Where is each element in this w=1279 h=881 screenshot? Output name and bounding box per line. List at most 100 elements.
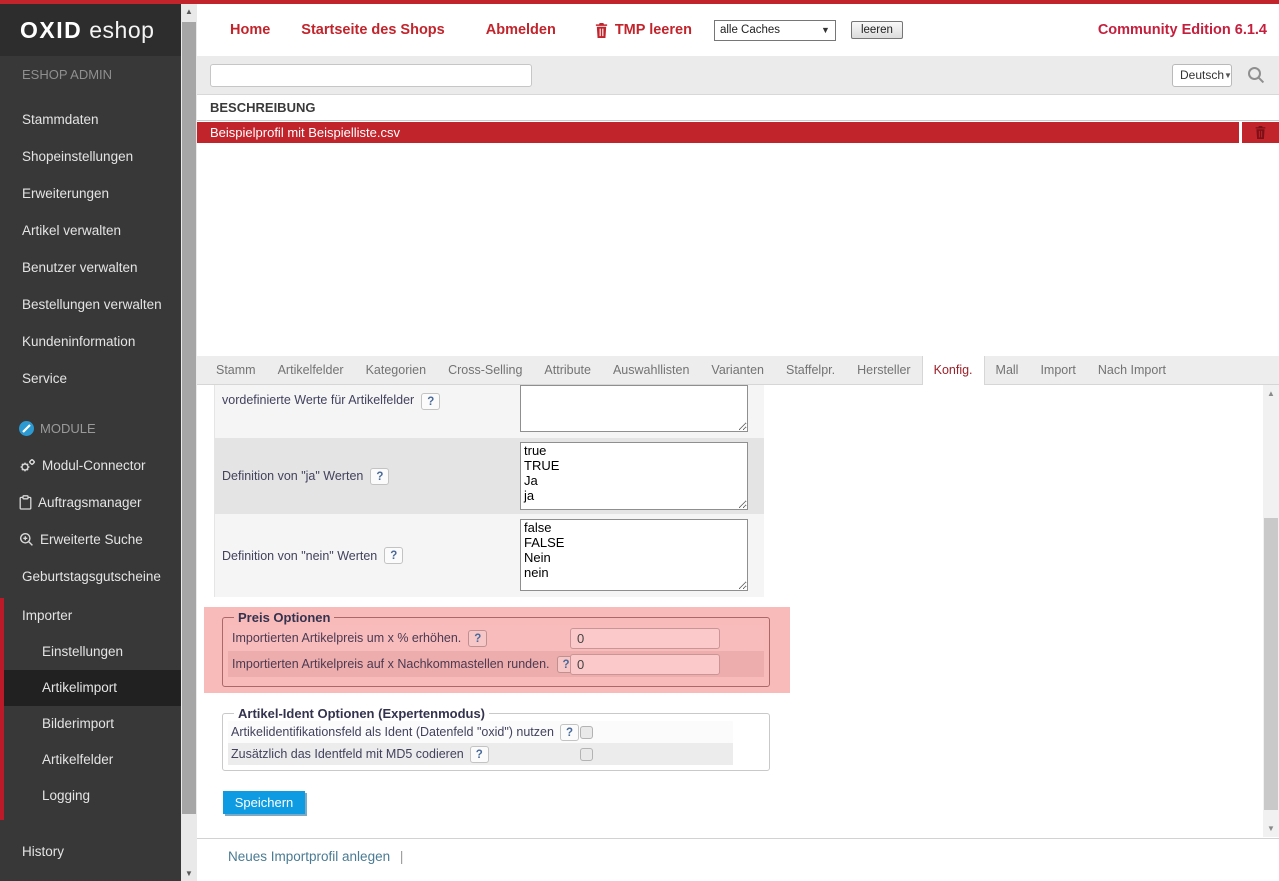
help-icon[interactable]: ? <box>470 746 489 763</box>
price-row-runden: Importierten Artikelpreis auf x Nachkomm… <box>228 651 764 677</box>
help-icon[interactable]: ? <box>384 547 403 564</box>
tmp-clear-label[interactable]: TMP leeren <box>615 22 692 38</box>
sidebar-item-service[interactable]: Service <box>0 360 181 397</box>
trash-icon[interactable] <box>594 22 609 39</box>
tab-hersteller[interactable]: Hersteller <box>846 356 922 384</box>
sidebar-item-logging[interactable]: Logging <box>4 778 181 814</box>
ident-oxid-checkbox[interactable] <box>580 726 593 739</box>
help-icon[interactable]: ? <box>468 630 487 647</box>
tab-cross-selling[interactable]: Cross-Selling <box>437 356 533 384</box>
sidebar-item-label: Auftragsmanager <box>38 484 142 521</box>
oxid-logo[interactable]: OXID eshop <box>0 4 181 56</box>
top-accent-bar <box>0 0 1279 4</box>
sidebar-item-einstellungen[interactable]: Einstellungen <box>4 634 181 670</box>
config-form-table: vordefinierte Werte für Artikelfelder ? … <box>214 385 763 597</box>
sidebar-item-erweiterungen[interactable]: Erweiterungen <box>0 175 181 212</box>
sidebar-item-artikelfelder[interactable]: Artikelfelder <box>4 742 181 778</box>
price-options-legend: Preis Optionen <box>234 610 334 625</box>
scroll-up-icon[interactable]: ▲ <box>181 7 197 16</box>
main-area: Home Startseite des Shops Abmelden TMP l… <box>197 0 1279 881</box>
scroll-up-icon[interactable]: ▲ <box>1263 389 1279 398</box>
sidebar-item-label: Geburtstagsgutscheine <box>22 558 161 595</box>
search-bar: Deutsch ▼ <box>197 56 1279 95</box>
sidebar-scrollbar-thumb[interactable] <box>182 22 196 814</box>
sidebar-item-shopeinstellungen[interactable]: Shopeinstellungen <box>0 138 181 175</box>
search-icon[interactable] <box>1247 66 1265 84</box>
sidebar-item-artikelimport-active[interactable]: Artikelimport <box>4 670 181 706</box>
scroll-down-icon[interactable]: ▼ <box>181 869 197 878</box>
sidebar-item-stammdaten[interactable]: Stammdaten <box>0 101 181 138</box>
home-link[interactable]: Home <box>230 22 270 38</box>
sidebar-module-header: MODULE <box>0 410 181 447</box>
trash-icon <box>1254 125 1267 140</box>
edition-label: Community Edition 6.1.4 <box>1098 22 1267 38</box>
cache-select[interactable]: alle Caches ▼ <box>714 20 836 41</box>
header-bar: Home Startseite des Shops Abmelden TMP l… <box>197 4 1279 56</box>
ident-options-fieldset: Artikel-Ident Optionen (Expertenmodus) A… <box>222 706 770 771</box>
ident-md5-checkbox[interactable] <box>580 748 593 761</box>
vordefinierte-werte-textarea[interactable] <box>520 385 748 432</box>
footer: Neues Importprofil anlegen | <box>228 849 403 864</box>
tab-import[interactable]: Import <box>1029 356 1086 384</box>
nein-werte-textarea[interactable]: false FALSE Nein nein <box>520 519 748 591</box>
tab-artikelfelder[interactable]: Artikelfelder <box>267 356 355 384</box>
language-select[interactable]: Deutsch ▼ <box>1172 64 1232 87</box>
save-button[interactable]: Speichern <box>223 791 305 814</box>
ident-row-md5: Zusätzlich das Identfeld mit MD5 codiere… <box>228 743 733 765</box>
shop-start-link[interactable]: Startseite des Shops <box>301 22 444 38</box>
tab-kategorien[interactable]: Kategorien <box>355 356 437 384</box>
chevron-down-icon: ▼ <box>821 25 830 35</box>
sidebar-item-history[interactable]: History <box>0 834 181 870</box>
logout-link[interactable]: Abmelden <box>486 22 556 38</box>
tab-konfig-active[interactable]: Konfig. <box>922 356 985 386</box>
sidebar-item-bestellungen-verwalten[interactable]: Bestellungen verwalten <box>0 286 181 323</box>
logo-text-bold: OXID <box>20 17 82 44</box>
scroll-down-icon[interactable]: ▼ <box>1263 824 1279 833</box>
new-import-profile-link[interactable]: Neues Importprofil anlegen <box>228 849 390 864</box>
ident-options-legend: Artikel-Ident Optionen (Expertenmodus) <box>234 706 489 721</box>
content-scrollbar[interactable]: ▲ ▼ <box>1263 385 1279 837</box>
sidebar-item-bilderimport[interactable]: Bilderimport <box>4 706 181 742</box>
profile-row-label[interactable]: Beispielprofil mit Beispielliste.csv <box>197 122 1239 143</box>
preis-erhoehen-input[interactable] <box>570 628 720 649</box>
tab-varianten[interactable]: Varianten <box>700 356 775 384</box>
help-icon[interactable]: ? <box>560 724 579 741</box>
sidebar-item-modul-connector[interactable]: Modul-Connector <box>0 447 181 484</box>
sidebar-item-geburtstagsgutscheine[interactable]: Geburtstagsgutscheine <box>0 558 181 595</box>
sidebar-item-kundeninformation[interactable]: Kundeninformation <box>0 323 181 360</box>
sidebar-scrollbar[interactable]: ▲ ▼ <box>181 4 197 881</box>
tab-nach-import[interactable]: Nach Import <box>1087 356 1177 384</box>
clear-cache-button[interactable]: leeren <box>851 21 903 39</box>
sidebar-item-benutzer-verwalten[interactable]: Benutzer verwalten <box>0 249 181 286</box>
sidebar-item-importer[interactable]: Importer <box>4 598 181 634</box>
field-label: Importierten Artikelpreis auf x Nachkomm… <box>232 657 550 671</box>
search-input[interactable] <box>210 64 532 87</box>
sidebar-section-label: ESHOP ADMIN <box>22 67 112 82</box>
oxid-admin-window: OXID eshop ESHOP ADMIN Stammdaten Shopei… <box>0 0 1279 881</box>
sidebar-module-nav: Modul-Connector Auftragsmanager Erweiter… <box>0 447 181 595</box>
tab-stamm[interactable]: Stamm <box>205 356 267 384</box>
field-label: Artikelidentifikationsfeld als Ident (Da… <box>231 725 554 739</box>
price-options-fieldset: Preis Optionen Importierten Artikelpreis… <box>222 610 770 687</box>
tab-auswahllisten[interactable]: Auswahllisten <box>602 356 700 384</box>
language-select-value: Deutsch <box>1180 68 1224 82</box>
help-icon[interactable]: ? <box>421 393 440 410</box>
content-scrollbar-thumb[interactable] <box>1264 518 1278 810</box>
sidebar-item-auftragsmanager[interactable]: Auftragsmanager <box>0 484 181 521</box>
help-icon[interactable]: ? <box>370 468 389 485</box>
field-label: Definition von "nein" Werten <box>222 549 377 563</box>
sidebar-item-erweiterte-suche[interactable]: Erweiterte Suche <box>0 521 181 558</box>
gears-icon <box>19 458 36 473</box>
tab-mall[interactable]: Mall <box>985 356 1030 384</box>
search-plus-icon <box>19 532 34 547</box>
sidebar-item-artikel-verwalten[interactable]: Artikel verwalten <box>0 212 181 249</box>
clipboard-icon <box>19 495 32 510</box>
nachkommastellen-input[interactable] <box>570 654 720 675</box>
ja-werte-textarea[interactable]: true TRUE Ja ja <box>520 442 748 510</box>
ident-row-oxid: Artikelidentifikationsfeld als Ident (Da… <box>228 721 733 743</box>
tab-staffelpr[interactable]: Staffelpr. <box>775 356 846 384</box>
sidebar-item-partial[interactable]: Exporter <box>0 870 181 881</box>
form-row-ja-werte: Definition von "ja" Werten ? true TRUE J… <box>215 438 764 514</box>
delete-profile-button[interactable] <box>1242 122 1279 143</box>
tab-attribute[interactable]: Attribute <box>533 356 602 384</box>
